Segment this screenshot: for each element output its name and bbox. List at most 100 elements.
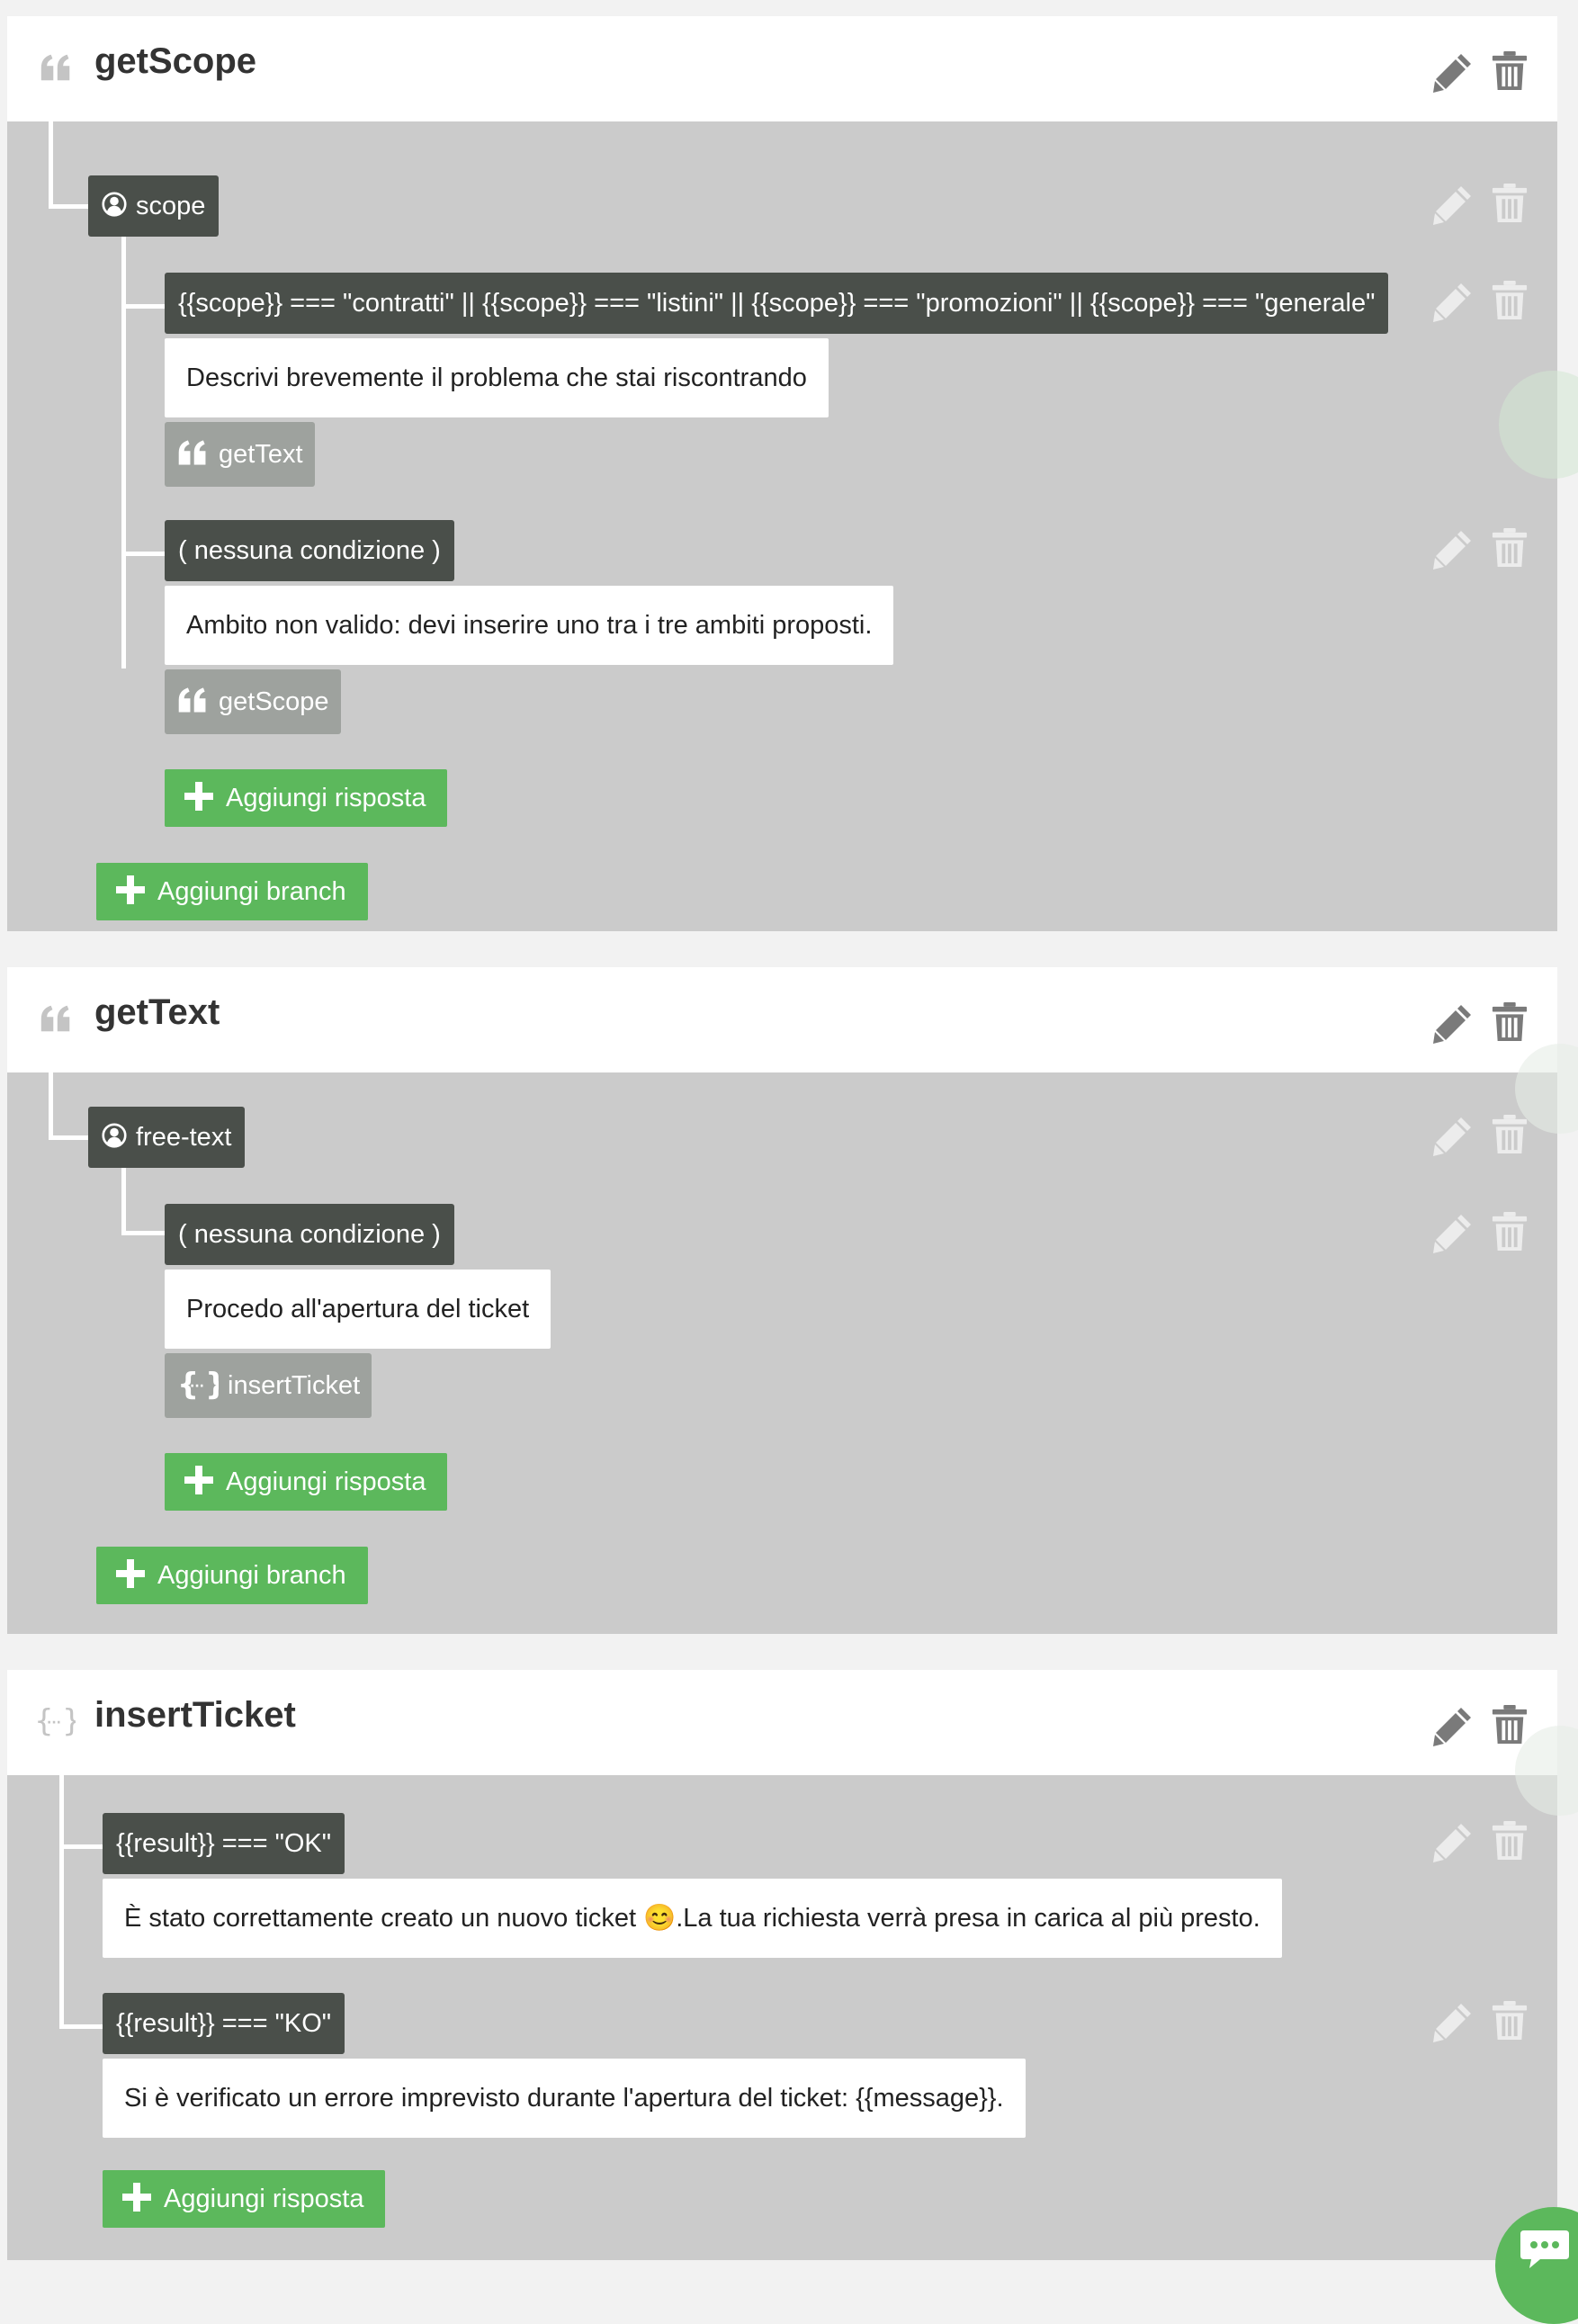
trash-icon[interactable]	[1491, 1820, 1529, 1862]
block-actions	[1431, 50, 1530, 104]
next-step-label: getText	[219, 440, 303, 469]
branch-actions	[1431, 1820, 1530, 1874]
plus-icon	[184, 782, 213, 812]
trash-icon[interactable]	[1491, 1704, 1529, 1745]
trash-icon[interactable]	[1491, 527, 1529, 569]
condition-text: {{result}} === "KO"	[116, 2009, 332, 2038]
pencil-icon[interactable]	[1431, 1114, 1475, 1157]
input-tag[interactable]: scope	[88, 175, 220, 237]
condition-tag[interactable]: {{result}} === "KO"	[103, 1993, 345, 2054]
block-header: getText	[7, 967, 1557, 1072]
pencil-icon[interactable]	[1431, 1211, 1475, 1254]
response-text: Ambito non valido: devi inserire uno tra…	[186, 611, 873, 640]
response-text: È stato correttamente creato un nuovo ti…	[124, 1904, 1260, 1933]
trash-icon[interactable]	[1491, 183, 1529, 224]
plus-icon	[116, 875, 145, 905]
block-title: getText	[94, 992, 220, 1032]
tree-line	[121, 304, 171, 309]
pencil-icon[interactable]	[1431, 1001, 1475, 1045]
block-body: {{result}} === "OK" È stato correttament…	[7, 1775, 1557, 2260]
pencil-icon[interactable]	[1431, 183, 1475, 226]
pencil-icon[interactable]	[1431, 1820, 1475, 1863]
quote-icon	[177, 687, 208, 713]
add-branch-label: Aggiungi branch	[157, 1561, 346, 1590]
chat-bubble-icon	[1520, 2230, 1569, 2268]
block-actions	[1431, 1704, 1530, 1758]
tree-line	[59, 1775, 64, 2029]
add-branch-label: Aggiungi branch	[157, 877, 346, 906]
pencil-icon[interactable]	[1431, 1704, 1475, 1747]
svg-text:···: ···	[47, 1716, 61, 1730]
add-response-label: Aggiungi risposta	[226, 1467, 426, 1496]
trash-icon[interactable]	[1491, 1001, 1529, 1043]
input-label: free-text	[136, 1123, 232, 1152]
add-branch-button[interactable]: Aggiungi branch	[96, 863, 368, 920]
braces-icon: { ··· }	[177, 1368, 219, 1400]
condition-text: {{scope}} === "contratti" || {{scope}} =…	[178, 289, 1376, 318]
pencil-icon[interactable]	[1431, 280, 1475, 323]
block-gettext: getText free-text ( nessuna condizione )…	[7, 967, 1557, 1634]
pencil-icon[interactable]	[1431, 2000, 1475, 2043]
user-circle-icon	[102, 1123, 127, 1148]
response-message[interactable]: È stato correttamente creato un nuovo ti…	[103, 1879, 1282, 1958]
svg-text:}: }	[205, 1368, 219, 1400]
condition-text: {{result}} === "OK"	[116, 1829, 332, 1858]
tree-line	[59, 1844, 106, 1849]
response-message[interactable]: Si è verificato un errore imprevisto dur…	[103, 2059, 1026, 2138]
response-text: Procedo all'apertura del ticket	[186, 1295, 530, 1324]
branch-actions	[1431, 1211, 1530, 1265]
plus-icon	[184, 1466, 213, 1495]
tree-line	[59, 2024, 106, 2029]
response-text: Si è verificato un errore imprevisto dur…	[124, 2084, 1004, 2113]
svg-text:}: }	[62, 1704, 76, 1736]
user-circle-icon	[102, 192, 127, 217]
condition-tag[interactable]: ( nessuna condizione )	[165, 1204, 454, 1265]
response-text: Descrivi brevemente il problema che stai…	[186, 363, 807, 392]
input-label: scope	[136, 192, 206, 220]
block-insertticket: { ··· } insertTicket {{result}} === "OK"…	[7, 1670, 1557, 2260]
trash-icon[interactable]	[1491, 1114, 1529, 1155]
block-header: { ··· } insertTicket	[7, 1670, 1557, 1775]
input-tag[interactable]: free-text	[88, 1107, 246, 1168]
block-getscope: getScope scope {{scope}} === "contratti"…	[7, 16, 1557, 931]
branch-actions	[1431, 280, 1530, 334]
trash-icon[interactable]	[1491, 2000, 1529, 2041]
tree-line	[121, 552, 171, 556]
block-body: scope {{scope}} === "contratti" || {{sco…	[7, 121, 1557, 931]
pencil-icon[interactable]	[1431, 527, 1475, 570]
block-title: getScope	[94, 41, 257, 81]
response-message[interactable]: Descrivi brevemente il problema che stai…	[165, 338, 829, 417]
condition-tag[interactable]: ( nessuna condizione )	[165, 520, 454, 581]
plus-icon	[116, 1559, 145, 1589]
trash-icon[interactable]	[1491, 50, 1529, 92]
condition-text: ( nessuna condizione )	[178, 1220, 441, 1249]
braces-icon: { ··· }	[34, 1704, 76, 1736]
svg-text:···: ···	[190, 1379, 204, 1394]
branch-actions	[1431, 527, 1530, 581]
pencil-icon[interactable]	[1431, 50, 1475, 94]
next-step-tag[interactable]: getScope	[165, 669, 341, 734]
add-response-label: Aggiungi risposta	[164, 2185, 364, 2213]
trash-icon[interactable]	[1491, 1211, 1529, 1252]
block-body: free-text ( nessuna condizione ) Procedo…	[7, 1072, 1557, 1634]
add-response-button[interactable]: Aggiungi risposta	[165, 1453, 448, 1511]
block-title: insertTicket	[94, 1695, 296, 1735]
response-message[interactable]: Ambito non valido: devi inserire uno tra…	[165, 586, 894, 665]
next-step-label: insertTicket	[228, 1371, 361, 1400]
add-branch-button[interactable]: Aggiungi branch	[96, 1547, 368, 1604]
trash-icon[interactable]	[1491, 280, 1529, 321]
add-response-button[interactable]: Aggiungi risposta	[103, 2170, 386, 2228]
tree-line	[49, 121, 53, 209]
quote-icon	[40, 54, 72, 81]
input-actions	[1431, 1114, 1530, 1168]
add-response-button[interactable]: Aggiungi risposta	[165, 769, 448, 827]
next-step-tag[interactable]: getText	[165, 422, 315, 487]
response-message[interactable]: Procedo all'apertura del ticket	[165, 1270, 551, 1349]
tree-line	[121, 1168, 126, 1235]
condition-tag[interactable]: {{scope}} === "contratti" || {{scope}} =…	[165, 273, 1389, 334]
condition-tag[interactable]: {{result}} === "OK"	[103, 1813, 345, 1874]
tree-line	[121, 1231, 171, 1235]
next-step-tag[interactable]: { ··· } insertTicket	[165, 1353, 372, 1418]
tree-line	[121, 237, 126, 668]
quote-icon	[177, 440, 208, 465]
